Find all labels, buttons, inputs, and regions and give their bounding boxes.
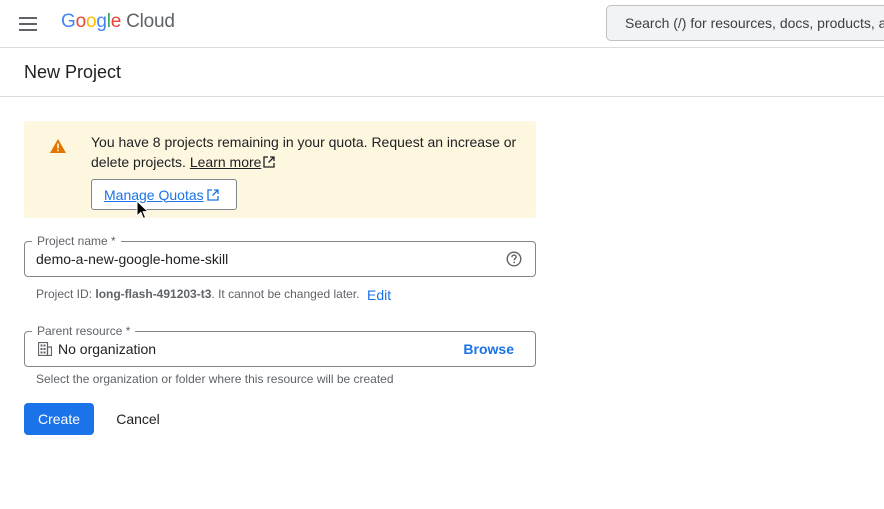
logo-letter: e bbox=[110, 11, 122, 32]
logo-letter: g bbox=[96, 11, 107, 32]
edit-project-id-button[interactable]: Edit bbox=[367, 287, 391, 303]
project-id-value: long-flash-491203-t3 bbox=[95, 287, 212, 301]
project-id-suffix: . It cannot be changed later. bbox=[211, 287, 360, 301]
parent-resource-field[interactable]: Parent resource * No organization Browse bbox=[24, 324, 536, 367]
manage-quotas-button[interactable]: Manage Quotas bbox=[91, 179, 237, 210]
main-menu-button[interactable] bbox=[12, 8, 44, 40]
top-app-bar: Google Cloud bbox=[0, 0, 884, 48]
logo-letter: G bbox=[61, 11, 76, 32]
page-title: New Project bbox=[24, 62, 122, 82]
quota-warning-banner: You have 8 projects remaining in your qu… bbox=[24, 121, 536, 218]
mouse-pointer-icon bbox=[136, 200, 150, 220]
project-id-prefix: Project ID: bbox=[36, 287, 93, 301]
page-header: New Project bbox=[0, 48, 884, 97]
logo-letter: o bbox=[75, 11, 87, 32]
google-cloud-logo[interactable]: Google Cloud bbox=[61, 11, 175, 33]
browse-button[interactable]: Browse bbox=[463, 341, 514, 357]
learn-more-label: Learn more bbox=[189, 154, 262, 170]
parent-resource-value: No organization bbox=[58, 341, 157, 357]
open-in-new-icon bbox=[206, 188, 219, 201]
project-name-input[interactable]: demo-a-new-google-home-skill bbox=[36, 251, 228, 267]
cancel-button[interactable]: Cancel bbox=[106, 403, 170, 435]
project-name-label: Project name * bbox=[32, 234, 121, 248]
building-icon bbox=[38, 342, 52, 356]
create-button[interactable]: Create bbox=[24, 403, 94, 435]
help-circle-icon[interactable] bbox=[506, 251, 522, 267]
parent-resource-helper: Select the organization or folder where … bbox=[36, 372, 394, 386]
quota-message: You have 8 projects remaining in your qu… bbox=[91, 132, 531, 172]
manage-quotas-label: Manage Quotas bbox=[104, 186, 204, 203]
open-in-new-icon bbox=[263, 156, 276, 168]
logo-letter: o bbox=[85, 11, 97, 32]
parent-resource-label: Parent resource * bbox=[32, 324, 136, 338]
project-id-info: Project ID: long-flash-491203-t3. It can… bbox=[36, 287, 360, 301]
logo-product-name: Cloud bbox=[126, 11, 175, 32]
learn-more-link[interactable]: Learn more bbox=[190, 154, 276, 170]
quota-message-text: You have 8 projects remaining in your qu… bbox=[91, 134, 517, 170]
project-name-field[interactable]: Project name * demo-a-new-google-home-sk… bbox=[24, 234, 536, 277]
search-box[interactable] bbox=[606, 5, 884, 41]
hamburger-menu-icon bbox=[19, 17, 37, 31]
search-input[interactable] bbox=[607, 6, 884, 40]
warning-triangle-icon bbox=[50, 139, 66, 153]
